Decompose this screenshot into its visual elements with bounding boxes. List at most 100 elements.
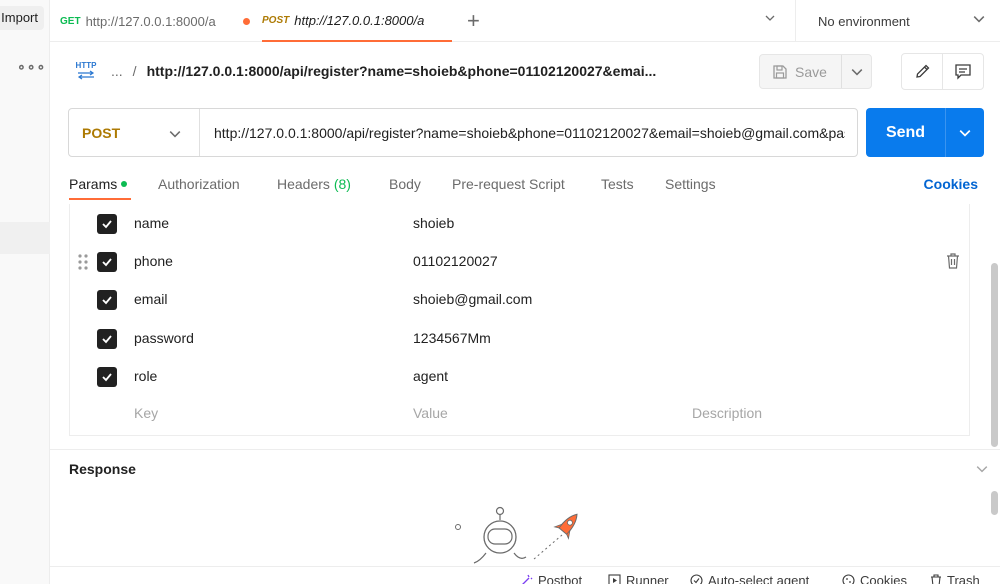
import-button[interactable]: Import <box>0 6 44 30</box>
request-tabs-bar: GET http://127.0.0.1:8000/a POST http://… <box>50 0 1000 42</box>
tab-settings[interactable]: Settings <box>665 176 716 192</box>
breadcrumb: HTTP ... / http://127.0.0.1:8000/api/reg… <box>75 56 656 86</box>
param-checkbox[interactable] <box>97 329 117 349</box>
param-checkbox[interactable] <box>97 252 117 272</box>
request-url-bar: POST http://127.0.0.1:8000/api/register?… <box>68 108 858 157</box>
chevron-down-icon <box>851 68 862 76</box>
param-key[interactable]: phone <box>134 253 173 269</box>
save-label: Save <box>795 63 827 80</box>
save-button[interactable]: Save <box>760 55 842 88</box>
key-placeholder[interactable]: Key <box>134 405 158 421</box>
param-key[interactable]: password <box>134 330 194 346</box>
method-label: POST <box>82 124 121 141</box>
runner-label: Runner <box>626 573 669 584</box>
checkmark-icon <box>102 296 112 305</box>
tab-tests-label: Tests <box>601 176 634 192</box>
cookies-link[interactable]: Cookies <box>924 176 978 192</box>
tab-get-request[interactable]: GET http://127.0.0.1:8000/a <box>60 0 250 42</box>
astronaut-rocket-illustration <box>455 506 578 564</box>
active-tab-indicator <box>69 198 131 200</box>
description-placeholder[interactable]: Description <box>692 405 762 421</box>
drag-handle-icon[interactable] <box>77 253 89 271</box>
cookies-label: Cookies <box>860 573 907 584</box>
runner-icon <box>608 574 621 584</box>
checkmark-icon <box>102 335 112 344</box>
runner-button[interactable]: Runner <box>608 573 669 584</box>
send-button-group: Send <box>866 108 984 157</box>
param-value[interactable]: shoieb@gmail.com <box>413 291 532 307</box>
tab-prerequest-label: Pre-request Script <box>452 176 565 192</box>
table-row: password 1234567Mm <box>70 319 969 357</box>
response-title: Response <box>69 461 136 477</box>
cookie-icon <box>842 574 855 584</box>
params-scrollbar[interactable] <box>991 263 998 447</box>
trash-icon <box>931 574 941 584</box>
import-label: Import <box>1 10 38 25</box>
value-placeholder[interactable]: Value <box>413 405 448 421</box>
params-table: name shoieb phone 01102120027 email shoi… <box>69 204 970 436</box>
checkmark-icon <box>102 220 112 229</box>
environment-label: No environment <box>818 13 910 29</box>
tab-url: http://127.0.0.1:8000/a <box>294 12 425 28</box>
tab-settings-label: Settings <box>665 176 716 192</box>
pencil-icon <box>915 64 929 78</box>
param-value[interactable]: agent <box>413 368 448 384</box>
agent-selector[interactable]: Auto-select agent <box>690 573 809 584</box>
environment-selector[interactable]: No environment <box>795 0 1000 42</box>
checkmark-icon <box>102 373 112 382</box>
tabs-dropdown-chevron-down-icon[interactable] <box>765 13 775 23</box>
tab-prerequest-script[interactable]: Pre-request Script <box>452 176 565 192</box>
left-sidebar: Import ∘∘∘ <box>0 0 50 584</box>
tab-headers-label: Headers <box>277 176 330 192</box>
param-value[interactable]: 01102120027 <box>413 253 498 269</box>
param-checkbox[interactable] <box>97 214 117 234</box>
editor-actions <box>901 53 984 90</box>
send-dropdown-button[interactable] <box>946 108 984 157</box>
checkmark-icon <box>102 258 112 267</box>
cookies-button[interactable]: Cookies <box>842 573 907 584</box>
table-row: name shoieb <box>70 204 969 242</box>
table-row: phone 01102120027 <box>70 242 969 280</box>
trash-button[interactable]: Trash <box>930 573 980 584</box>
tab-post-request[interactable]: POST http://127.0.0.1:8000/a <box>262 0 452 42</box>
param-key[interactable]: role <box>134 368 157 384</box>
response-chevron-down-icon[interactable] <box>976 463 988 475</box>
edit-button[interactable] <box>902 54 943 89</box>
breadcrumb-ellipsis[interactable]: ... <box>111 63 123 79</box>
param-checkbox[interactable] <box>97 367 117 387</box>
request-title[interactable]: http://127.0.0.1:8000/api/register?name=… <box>147 63 657 79</box>
param-checkbox[interactable] <box>97 290 117 310</box>
headers-count: (8) <box>333 176 351 192</box>
save-icon <box>773 64 787 79</box>
postbot-icon <box>522 574 533 584</box>
unsaved-indicator-icon <box>243 17 250 25</box>
sidebar-selected-item[interactable] <box>0 222 50 254</box>
chevron-down-icon <box>169 131 181 138</box>
response-scrollbar[interactable] <box>991 491 998 515</box>
postbot-button[interactable]: Postbot <box>520 573 582 584</box>
param-value[interactable]: 1234567Mm <box>413 330 491 346</box>
param-value[interactable]: shoieb <box>413 215 454 231</box>
url-input[interactable]: http://127.0.0.1:8000/api/register?name=… <box>200 125 845 141</box>
table-row: role agent <box>70 357 969 395</box>
method-select[interactable]: POST <box>69 109 200 156</box>
chevron-down-icon <box>959 129 971 137</box>
save-dropdown-button[interactable] <box>842 66 871 78</box>
param-key[interactable]: name <box>134 215 169 231</box>
tab-url: http://127.0.0.1:8000/a <box>85 13 216 29</box>
tab-authorization[interactable]: Authorization <box>158 176 240 192</box>
divider <box>50 449 1000 450</box>
trash-icon[interactable] <box>946 253 960 269</box>
tab-params[interactable]: Params <box>69 176 128 192</box>
save-button-group: Save <box>759 54 872 89</box>
tab-tests[interactable]: Tests <box>601 176 634 192</box>
param-key[interactable]: email <box>134 291 167 307</box>
tab-body[interactable]: Body <box>389 176 421 192</box>
postbot-label: Postbot <box>538 573 583 584</box>
tab-headers[interactable]: Headers (8) <box>277 176 351 192</box>
tab-body-label: Body <box>389 176 421 192</box>
send-button[interactable]: Send <box>866 108 946 157</box>
more-options-icon[interactable]: ∘∘∘ <box>17 58 46 75</box>
comments-button[interactable] <box>943 54 983 89</box>
new-tab-icon[interactable]: + <box>467 8 480 34</box>
